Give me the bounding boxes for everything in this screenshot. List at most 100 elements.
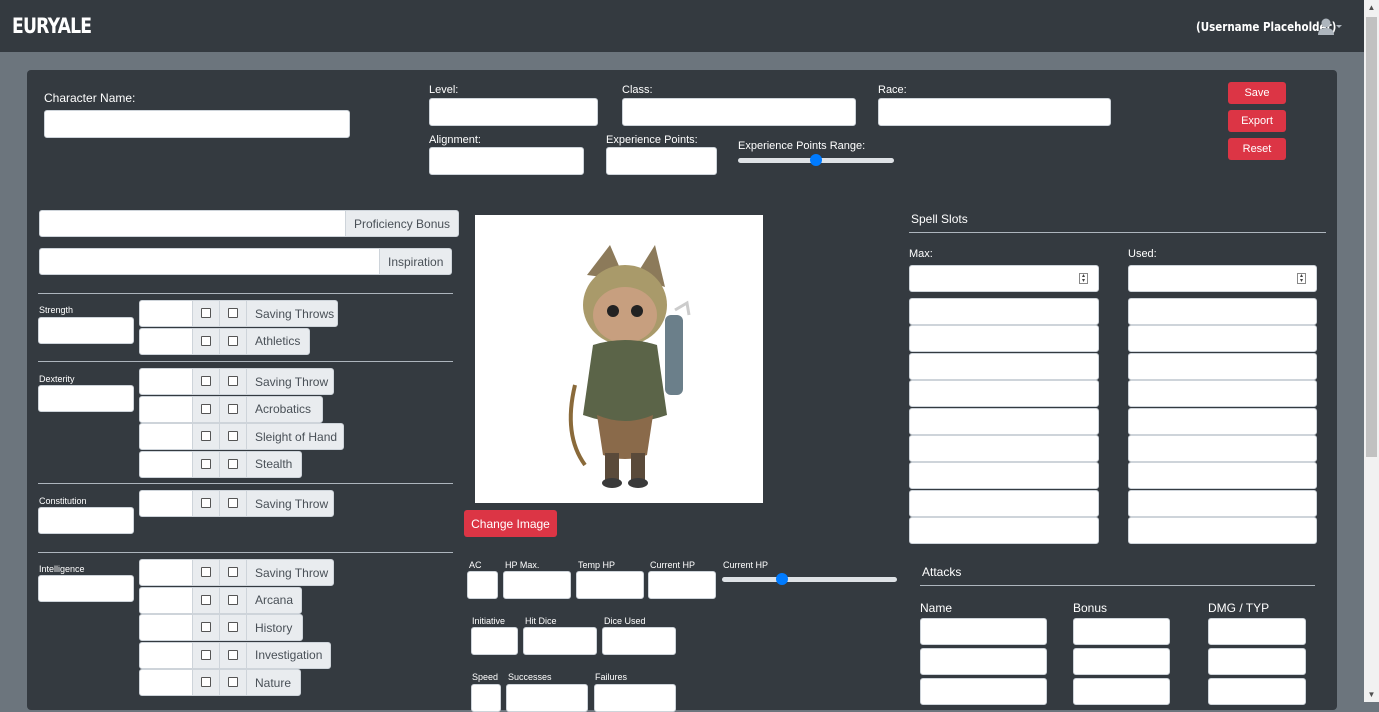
skill-modifier-input[interactable] [139, 423, 193, 450]
proficiency-checkbox[interactable] [201, 594, 211, 605]
ability-score-input[interactable] [38, 385, 134, 412]
spell-slot-used-input[interactable] [1128, 298, 1317, 325]
scroll-down-arrow[interactable]: ▼ [1364, 687, 1379, 702]
change-image-button[interactable]: Change Image [464, 510, 557, 537]
spell-slot-max-input[interactable] [909, 380, 1099, 408]
spin-icon[interactable]: ▴ ▾ [1297, 273, 1306, 284]
spell-slot-max-input[interactable] [909, 462, 1099, 490]
scroll-up-arrow[interactable]: ▲ [1364, 0, 1379, 15]
spell-slot-max-input[interactable] [909, 489, 1099, 517]
spell-max-number-input[interactable] [909, 265, 1099, 292]
successes-input[interactable] [506, 684, 588, 712]
spell-slot-used-input[interactable] [1128, 489, 1317, 517]
expertise-checkbox[interactable] [228, 403, 238, 414]
attack-name-input[interactable] [920, 678, 1047, 705]
expertise-checkbox[interactable] [228, 308, 238, 318]
proficiency-checkbox[interactable] [201, 308, 211, 318]
skill-modifier-input[interactable] [139, 368, 193, 395]
skill-modifier-input[interactable] [139, 490, 193, 517]
expertise-checkbox[interactable] [228, 376, 238, 386]
xp-range-thumb[interactable] [810, 154, 822, 166]
spell-slot-max-input[interactable] [909, 352, 1099, 380]
spell-slot-max-input[interactable] [909, 435, 1099, 462]
spell-slot-used-input[interactable] [1128, 435, 1317, 462]
skill-modifier-input[interactable] [139, 450, 193, 478]
skill-modifier-input[interactable] [139, 300, 193, 327]
spell-slot-used-input[interactable] [1128, 380, 1317, 408]
ac-input[interactable] [467, 571, 498, 599]
proficiency-checkbox[interactable] [201, 335, 211, 346]
proficiency-checkbox[interactable] [201, 431, 211, 441]
attack-dmg-input[interactable] [1208, 618, 1306, 645]
current-hp-slider[interactable] [722, 577, 897, 582]
failures-input[interactable] [594, 684, 676, 712]
ability-score-input[interactable] [38, 317, 134, 344]
character-name-input[interactable] [44, 110, 350, 138]
spell-slot-max-input[interactable] [909, 407, 1099, 435]
ability-score-input[interactable] [38, 507, 134, 534]
spell-slot-used-input[interactable] [1128, 325, 1317, 353]
proficiency-bonus-input[interactable] [39, 210, 346, 237]
attack-name-input[interactable] [920, 618, 1047, 645]
skill-modifier-input[interactable] [139, 327, 193, 355]
spell-used-number-input[interactable] [1128, 265, 1317, 292]
dice-used-input[interactable] [602, 627, 676, 655]
inspiration-input[interactable] [39, 248, 380, 275]
attack-name-input[interactable] [920, 648, 1047, 675]
race-input[interactable] [878, 98, 1111, 126]
skill-modifier-input[interactable] [139, 395, 193, 423]
export-button[interactable]: Export [1228, 110, 1286, 132]
user-menu-button[interactable] [1318, 18, 1344, 41]
skill-modifier-input[interactable] [139, 614, 193, 641]
proficiency-checkbox[interactable] [201, 677, 211, 687]
spell-slot-max-input[interactable] [909, 298, 1099, 325]
attack-bonus-input[interactable] [1073, 648, 1170, 675]
expertise-checkbox[interactable] [228, 567, 238, 577]
attack-dmg-input[interactable] [1208, 678, 1306, 705]
proficiency-checkbox[interactable] [201, 498, 211, 508]
reset-button[interactable]: Reset [1228, 138, 1286, 160]
skill-modifier-input[interactable] [139, 669, 193, 696]
proficiency-checkbox[interactable] [201, 622, 211, 632]
spin-icon[interactable]: ▴ ▾ [1079, 273, 1088, 284]
proficiency-checkbox[interactable] [201, 567, 211, 577]
expertise-checkbox[interactable] [228, 431, 238, 441]
current-hp-thumb[interactable] [775, 573, 788, 585]
alignment-input[interactable] [429, 147, 584, 175]
initiative-input[interactable] [471, 627, 518, 655]
temp-hp-input[interactable] [576, 571, 644, 599]
attack-bonus-input[interactable] [1073, 678, 1170, 705]
hp-max-input[interactable] [503, 571, 571, 599]
expertise-checkbox[interactable] [228, 335, 238, 346]
proficiency-checkbox[interactable] [201, 458, 211, 469]
spell-slot-used-input[interactable] [1128, 517, 1317, 545]
current-hp-input[interactable] [648, 571, 716, 599]
hit-dice-input[interactable] [523, 627, 597, 655]
ability-score-input[interactable] [38, 575, 134, 602]
speed-input[interactable] [471, 684, 501, 712]
class-input[interactable] [622, 98, 856, 126]
skill-modifier-input[interactable] [139, 559, 193, 586]
attack-bonus-input[interactable] [1073, 618, 1170, 645]
proficiency-checkbox[interactable] [201, 376, 211, 386]
expertise-checkbox[interactable] [228, 458, 238, 469]
spell-slot-max-input[interactable] [909, 517, 1099, 545]
attack-dmg-input[interactable] [1208, 648, 1306, 675]
xp-input[interactable] [606, 147, 717, 175]
proficiency-checkbox[interactable] [201, 649, 211, 660]
expertise-checkbox[interactable] [228, 498, 238, 508]
expertise-checkbox[interactable] [228, 677, 238, 687]
brand-logo[interactable]: EURYALE [12, 14, 92, 38]
expertise-checkbox[interactable] [228, 622, 238, 632]
level-input[interactable] [429, 98, 598, 126]
expertise-checkbox[interactable] [228, 649, 238, 660]
proficiency-checkbox[interactable] [201, 403, 211, 414]
skill-modifier-input[interactable] [139, 586, 193, 614]
save-button[interactable]: Save [1228, 82, 1286, 104]
scrollbar-thumb[interactable] [1366, 17, 1377, 457]
spell-slot-used-input[interactable] [1128, 407, 1317, 435]
spell-slot-used-input[interactable] [1128, 462, 1317, 490]
expertise-checkbox[interactable] [228, 594, 238, 605]
spell-slot-max-input[interactable] [909, 325, 1099, 353]
skill-modifier-input[interactable] [139, 641, 193, 669]
